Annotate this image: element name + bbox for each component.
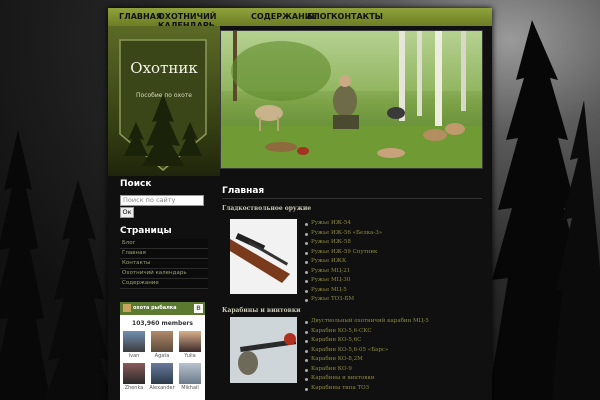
hunter-rifle-image	[230, 317, 297, 383]
list-item[interactable]: Карабины типа ТОЗ	[305, 384, 429, 394]
title-divider	[222, 198, 482, 199]
header-hunting-image	[220, 30, 483, 169]
pine-trees-left-decoration	[0, 130, 110, 400]
nav-item-home[interactable]: ГЛАВНАЯ	[119, 12, 162, 21]
vk-group-widget[interactable]: охота рыбалка B 103,960 members Ivan Aga…	[120, 302, 205, 400]
member-name[interactable]: Agata	[148, 353, 176, 359]
site-container: ГЛАВНАЯ ОХОТНИЧИЙ КАЛЕНДАРЬ СОДЕРЖАНИЕ Б…	[108, 8, 492, 400]
search-heading: Поиск	[120, 179, 152, 189]
page-link-blog[interactable]: Блог	[120, 239, 208, 249]
page-link-hunting-calendar[interactable]: Охотничий календарь	[120, 269, 208, 279]
list-item[interactable]: Карабин КО-8,2М	[305, 355, 429, 365]
member-name[interactable]: Ivan	[120, 353, 148, 359]
list-item[interactable]: Ружье МЦ-5	[305, 286, 382, 296]
list-item[interactable]: Карабин КО-5,6С	[305, 336, 429, 346]
member-name[interactable]: Alexander	[148, 385, 176, 391]
shotgun-thumbnail[interactable]	[230, 219, 297, 294]
list-item[interactable]: Карабин КО-5,6-СКС	[305, 327, 429, 337]
vk-widget-header: охота рыбалка B	[120, 302, 205, 315]
list-item[interactable]: Карабин КО-9	[305, 365, 429, 375]
search-input[interactable]: Поиск по сайту	[120, 195, 204, 206]
pine-trees-right-decoration	[492, 20, 600, 400]
rifle-image	[230, 232, 290, 283]
list-item[interactable]: Ружье ТОЗ-БМ	[305, 295, 382, 305]
search-button[interactable]: Ок	[120, 207, 134, 218]
group-avatar	[123, 304, 131, 312]
list-item[interactable]: Карабины и винтовки	[305, 374, 429, 384]
member-avatar[interactable]	[151, 331, 173, 352]
member-avatar[interactable]	[151, 363, 173, 384]
member-name[interactable]: Mikhail	[176, 385, 204, 391]
vk-member-count: 103,960 members	[132, 320, 193, 327]
site-tagline: Пособие по охоте	[136, 92, 192, 99]
member-name[interactable]: Zhenka	[120, 385, 148, 391]
list-item[interactable]: Ружье ИЖК	[305, 257, 382, 267]
section-title-rifles[interactable]: Карабины и винтовки	[222, 307, 301, 314]
section-title-smoothbore[interactable]: Гладкоствольное оружие	[222, 205, 311, 212]
list-item[interactable]: Ружье ИЖ-56 «Белка-3»	[305, 229, 382, 239]
rifles-list: Двуствольный охотничий карабин МЦ-5 Кара…	[305, 317, 429, 393]
site-logo-panel: Охотник Пособие по охоте	[108, 26, 220, 176]
forest-hunter-illustration	[221, 31, 482, 168]
list-item[interactable]: Карабин КО-5,6-05 «Барс»	[305, 346, 429, 356]
rifle-thumbnail[interactable]	[230, 317, 297, 383]
member-avatar[interactable]	[123, 331, 145, 352]
list-item[interactable]: Ружье ИЖ-58	[305, 238, 382, 248]
list-item[interactable]: Ружье ИЖ-59 Спутник	[305, 248, 382, 258]
nav-item-blog[interactable]: БЛОГ	[307, 12, 332, 21]
page-link-home[interactable]: Главная	[120, 249, 208, 259]
member-avatar[interactable]	[123, 363, 145, 384]
list-item[interactable]: Двуствольный охотничий карабин МЦ-5	[305, 317, 429, 327]
list-item[interactable]: Ружье МЦ-21	[305, 267, 382, 277]
list-item[interactable]: Ружье МЦ-30	[305, 276, 382, 286]
vk-group-name[interactable]: охота рыбалка	[133, 305, 177, 311]
list-item[interactable]: Ружье ИЖ-54	[305, 219, 382, 229]
smoothbore-list: Ружье ИЖ-54 Ружье ИЖ-56 «Белка-3» Ружье …	[305, 219, 382, 305]
member-avatar[interactable]	[179, 331, 201, 352]
site-title[interactable]: Охотник	[108, 59, 220, 77]
nav-item-contacts[interactable]: КОНТАКТЫ	[331, 12, 383, 21]
page-link-contacts[interactable]: Контакты	[120, 259, 208, 269]
top-navigation: ГЛАВНАЯ ОХОТНИЧИЙ КАЛЕНДАРЬ СОДЕРЖАНИЕ Б…	[108, 8, 492, 30]
member-avatar[interactable]	[179, 363, 201, 384]
member-name[interactable]: Yulia	[176, 353, 204, 359]
pages-heading: Страницы	[120, 226, 172, 236]
page-link-contents[interactable]: Содержание	[120, 279, 208, 289]
pages-list: Блог Главная Контакты Охотничий календар…	[120, 239, 208, 289]
vk-logo-icon: B	[194, 304, 203, 313]
page-title: Главная	[222, 186, 265, 196]
